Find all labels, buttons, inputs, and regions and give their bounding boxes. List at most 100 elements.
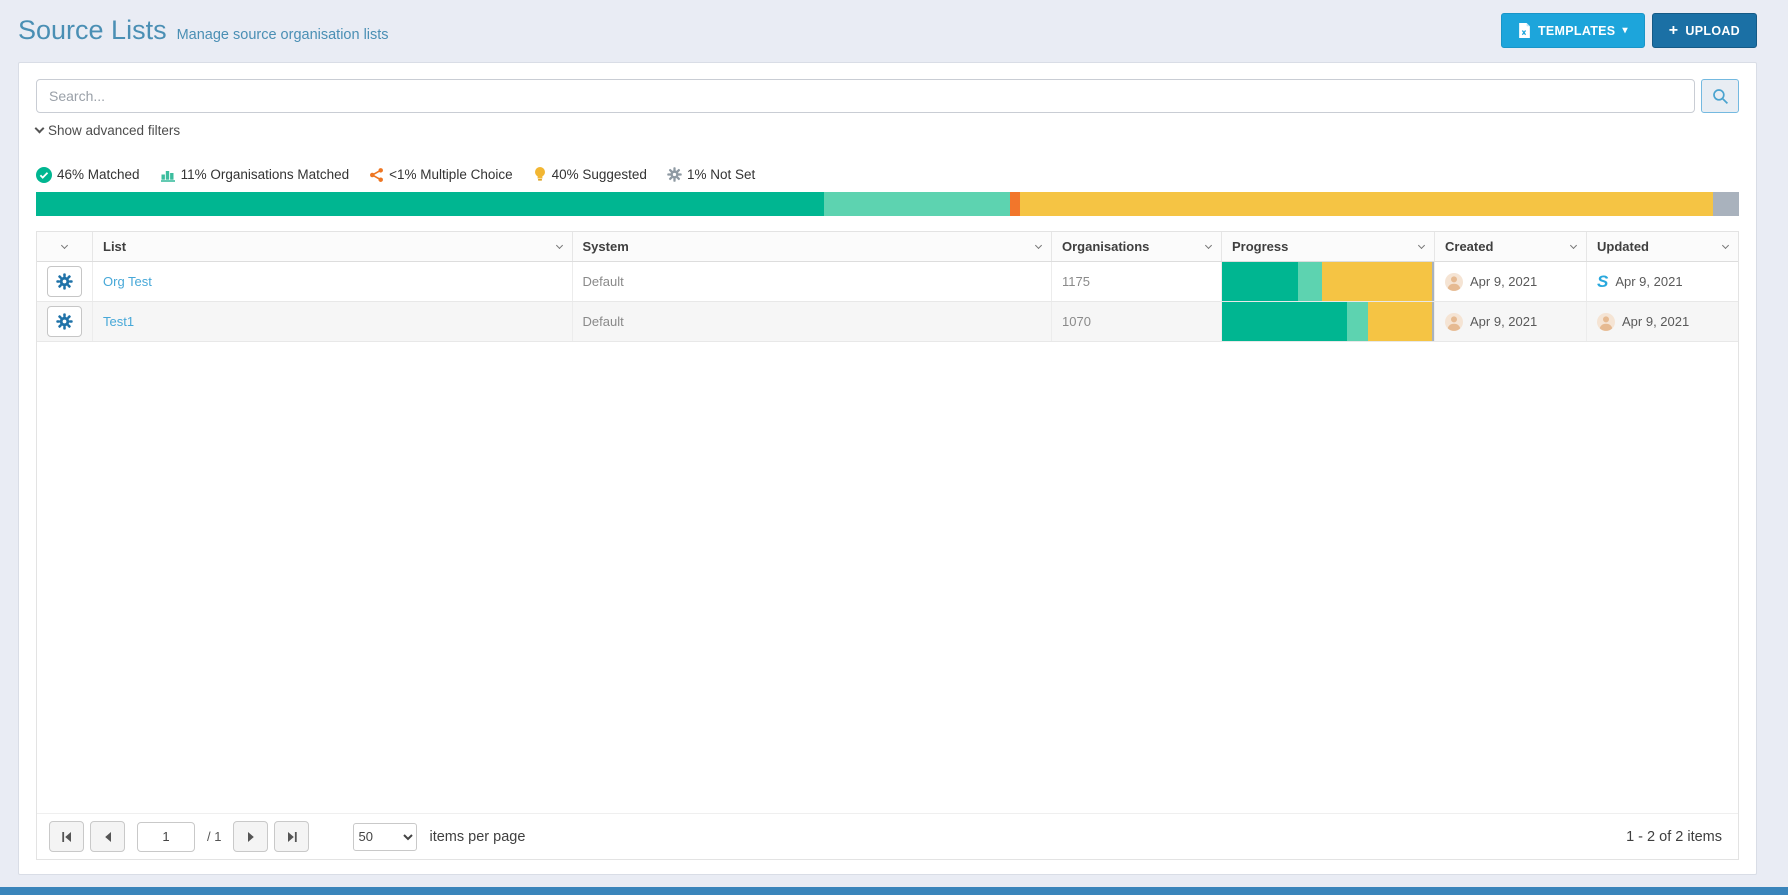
column-header-system[interactable]: System	[573, 232, 1053, 261]
upload-button-label: UPLOAD	[1685, 24, 1740, 38]
previous-page-button[interactable]	[90, 821, 125, 852]
progress-cell	[1222, 302, 1435, 341]
row-settings-button[interactable]	[47, 266, 82, 297]
progress-legend: 46% Matched 11% Organisations Matched <1…	[36, 166, 1739, 183]
progress-segment-matched	[36, 192, 824, 216]
gear-icon	[56, 313, 73, 330]
upload-button[interactable]: + UPLOAD	[1652, 13, 1757, 48]
user-avatar-icon	[1597, 313, 1615, 331]
created-date: Apr 9, 2021	[1470, 314, 1537, 329]
legend-label: 40% Suggested	[552, 167, 647, 182]
page-size-select[interactable]: 50	[353, 823, 417, 851]
legend-item-organisations-matched: 11% Organisations Matched	[160, 167, 350, 183]
user-avatar-icon	[1445, 273, 1463, 291]
column-header-actions[interactable]	[37, 232, 93, 261]
updated-date: Apr 9, 2021	[1622, 314, 1689, 329]
gear-icon	[667, 167, 682, 182]
column-header-list[interactable]: List	[93, 232, 573, 261]
file-icon	[1518, 23, 1531, 38]
column-header-label: Updated	[1597, 239, 1649, 254]
table-row: Org Test Default 1175 Apr 9, 2021 S Apr …	[37, 262, 1738, 302]
legend-label: 46% Matched	[57, 167, 140, 182]
items-range-label: 1 - 2 of 2 items	[1626, 829, 1726, 845]
source-lists-card: Show advanced filters 46% Matched 11% Or…	[18, 62, 1757, 875]
legend-label: 11% Organisations Matched	[181, 167, 350, 182]
created-cell: Apr 9, 2021	[1435, 262, 1587, 301]
lightbulb-icon	[533, 166, 547, 183]
chevron-down-icon	[1722, 241, 1729, 248]
footer-bar	[0, 887, 1788, 895]
source-lists-table: List System Organisations Progress Creat…	[36, 231, 1739, 860]
column-header-label: Progress	[1232, 239, 1288, 254]
organisations-count-cell: 1175	[1052, 262, 1222, 301]
list-name-link[interactable]: Org Test	[103, 274, 152, 289]
search-icon	[1712, 88, 1729, 105]
progress-segment-not-set	[1713, 192, 1739, 216]
chevron-down-icon	[1418, 241, 1425, 248]
updated-cell: S Apr 9, 2021	[1587, 262, 1738, 301]
page-subtitle: Manage source organisation lists	[177, 27, 389, 43]
last-page-button[interactable]	[274, 821, 309, 852]
check-circle-icon	[36, 167, 52, 183]
column-header-created[interactable]: Created	[1435, 232, 1587, 261]
pagination-bar: / 1 50 items per page 1 - 2 of 2 items	[37, 813, 1738, 859]
caret-down-icon: ▾	[1622, 26, 1627, 36]
legend-item-multiple-choice: <1% Multiple Choice	[369, 167, 512, 183]
column-header-label: List	[103, 239, 126, 254]
row-settings-button[interactable]	[47, 306, 82, 337]
progress-segment-organisations-matched	[1298, 262, 1321, 301]
progress-segment-matched	[1222, 302, 1347, 341]
progress-segment-suggested	[1020, 192, 1713, 216]
system-cell: Default	[573, 302, 1053, 341]
show-advanced-filters-label: Show advanced filters	[48, 123, 180, 138]
chevron-down-icon	[35, 124, 45, 134]
first-page-button[interactable]	[49, 821, 84, 852]
table-row: Test1 Default 1070 Apr 9, 2021 Apr 9, 20…	[37, 302, 1738, 342]
s-logo-icon: S	[1597, 273, 1608, 290]
chevron-down-icon	[1205, 241, 1212, 248]
show-advanced-filters-toggle[interactable]: Show advanced filters	[36, 123, 180, 138]
legend-item-suggested: 40% Suggested	[533, 166, 647, 183]
column-header-progress[interactable]: Progress	[1222, 232, 1435, 261]
updated-cell: Apr 9, 2021	[1587, 302, 1738, 341]
page-count-label: / 1	[207, 829, 221, 844]
next-page-button[interactable]	[233, 821, 268, 852]
created-date: Apr 9, 2021	[1470, 274, 1537, 289]
summary-progress-bar	[36, 192, 1739, 216]
bar-chart-icon	[160, 167, 176, 183]
row-progress-bar	[1222, 262, 1434, 301]
list-name-link[interactable]: Test1	[103, 314, 134, 329]
table-header-row: List System Organisations Progress Creat…	[37, 232, 1738, 262]
system-cell: Default	[573, 262, 1053, 301]
user-avatar-icon	[1445, 313, 1463, 331]
chevron-down-icon	[1570, 241, 1577, 248]
chevron-down-icon	[1035, 241, 1042, 248]
progress-segment-matched	[1222, 262, 1298, 301]
search-button[interactable]	[1701, 79, 1739, 113]
chevron-down-icon	[555, 241, 562, 248]
progress-cell	[1222, 262, 1435, 301]
progress-segment-suggested	[1322, 262, 1432, 301]
legend-label: 1% Not Set	[687, 167, 755, 182]
column-header-label: Created	[1445, 239, 1493, 254]
items-per-page-label: items per page	[429, 829, 525, 845]
search-input[interactable]	[36, 79, 1695, 113]
column-header-organisations[interactable]: Organisations	[1052, 232, 1222, 261]
progress-segment-not-set	[1432, 302, 1434, 341]
progress-segment-not-set	[1432, 262, 1434, 301]
plus-icon: +	[1669, 23, 1679, 39]
progress-segment-suggested	[1368, 302, 1432, 341]
progress-segment-multiple-choice	[1010, 192, 1020, 216]
page-number-input[interactable]	[137, 822, 195, 852]
legend-item-not-set: 1% Not Set	[667, 167, 755, 182]
created-cell: Apr 9, 2021	[1435, 302, 1587, 341]
table-empty-area	[37, 342, 1738, 813]
templates-button[interactable]: TEMPLATES ▾	[1501, 13, 1645, 48]
column-header-updated[interactable]: Updated	[1587, 232, 1738, 261]
legend-item-matched: 46% Matched	[36, 167, 140, 183]
gear-icon	[56, 273, 73, 290]
templates-button-label: TEMPLATES	[1538, 24, 1615, 38]
chevron-down-icon	[61, 241, 68, 248]
legend-label: <1% Multiple Choice	[389, 167, 512, 182]
organisations-count-cell: 1070	[1052, 302, 1222, 341]
